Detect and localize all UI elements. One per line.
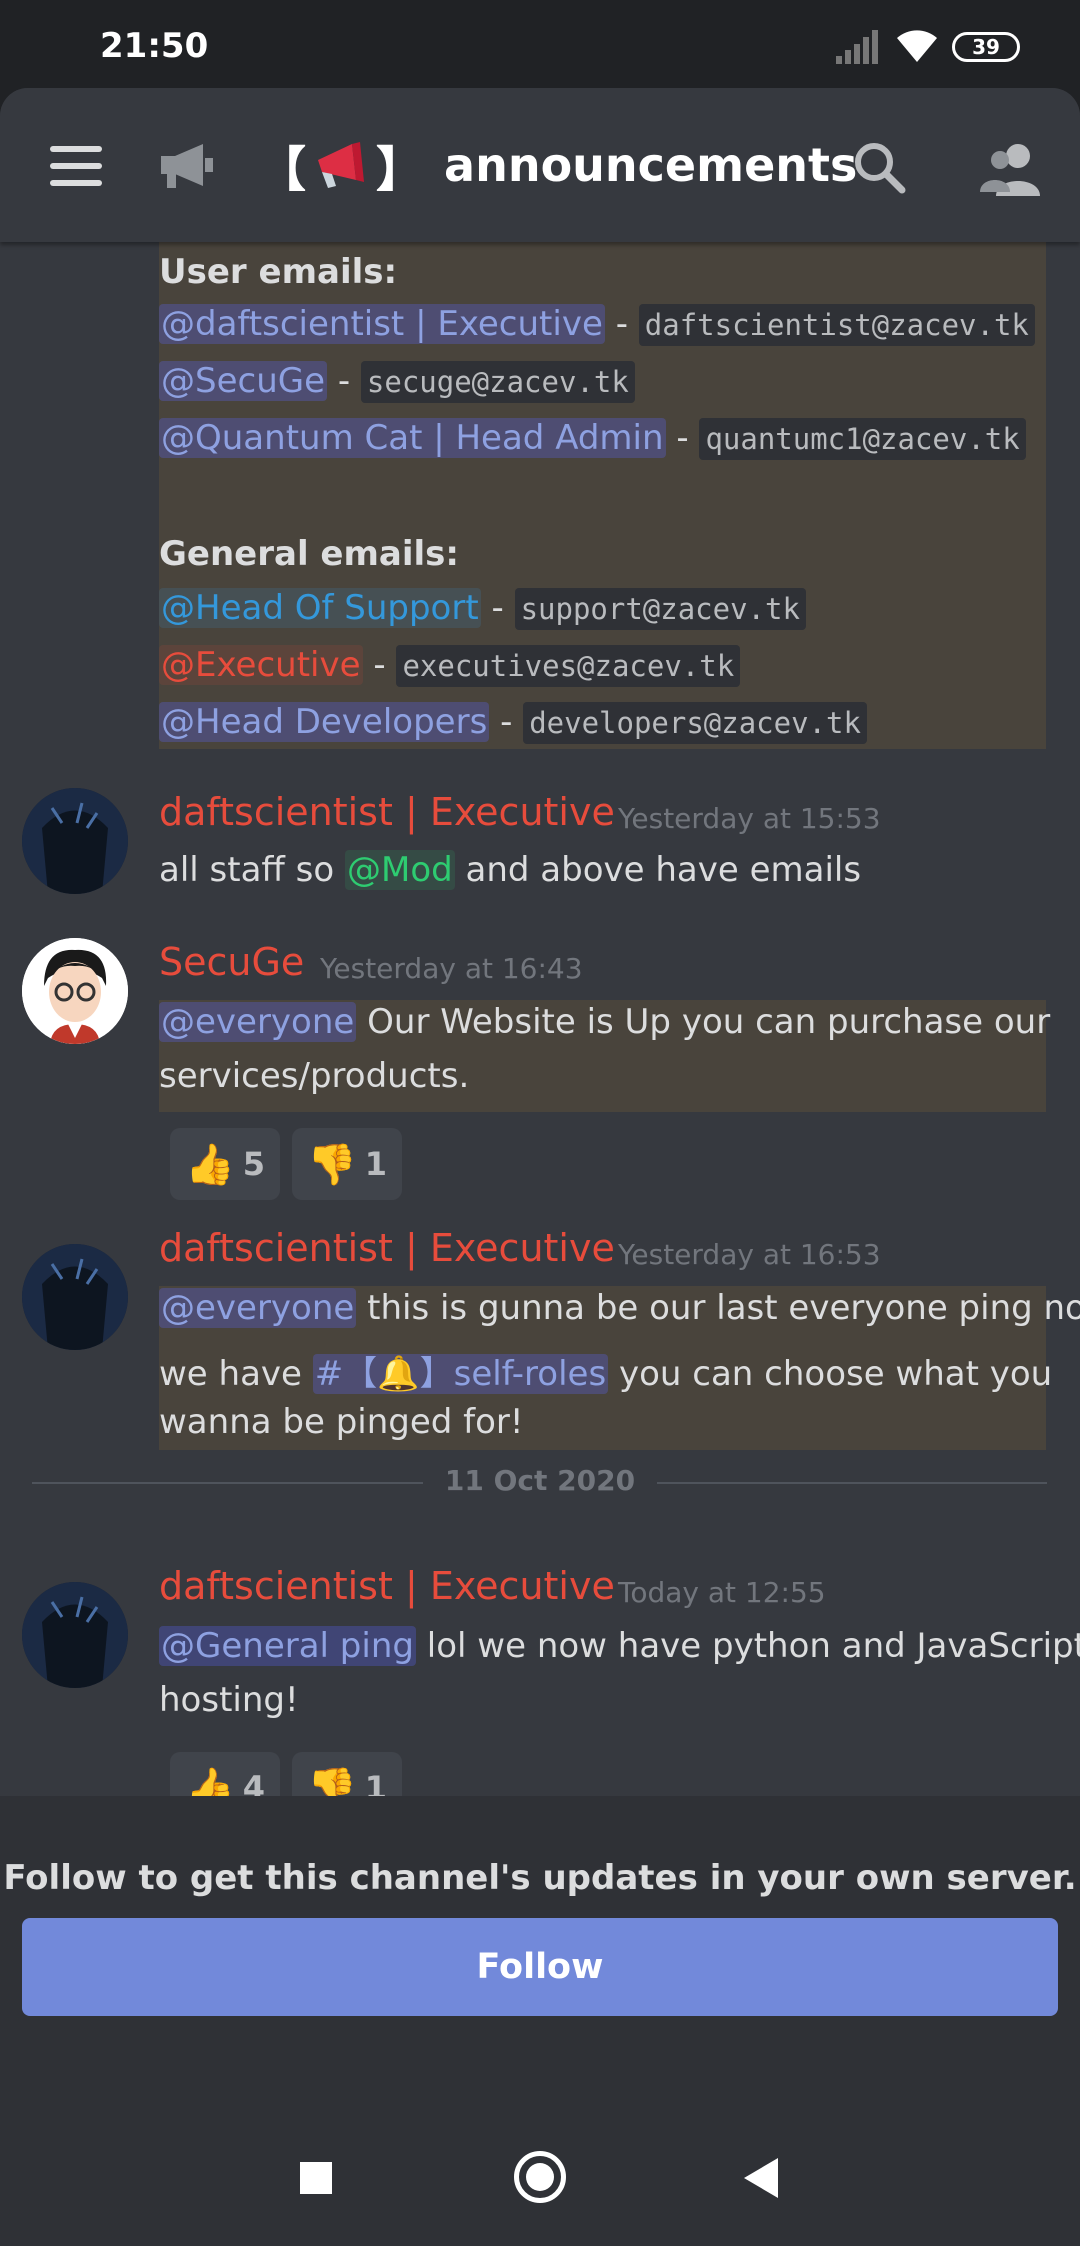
status-time: 21:50 bbox=[100, 26, 209, 66]
message-content: we have #【🔔】self-roles you can choose wh… bbox=[159, 1354, 1053, 1394]
channel-name: announcements bbox=[444, 138, 858, 192]
role-mention[interactable]: @Mod bbox=[344, 850, 455, 890]
role-mention[interactable]: @Head Of Support bbox=[159, 588, 481, 628]
bracket-close: 】 bbox=[376, 142, 425, 198]
email-row: @Head Of Support - support@zacev.tk bbox=[159, 588, 806, 630]
user-emails-heading: User emails: bbox=[159, 252, 398, 292]
message-author[interactable]: daftscientist | Executive bbox=[159, 1564, 615, 1608]
email-row: @Quantum Cat | Head Admin - quantumc1@za… bbox=[159, 418, 1026, 460]
loudspeaker-emoji-icon bbox=[318, 142, 365, 188]
message-content: wanna be pinged for! bbox=[159, 1402, 524, 1442]
avatar-image bbox=[22, 938, 128, 1044]
reaction-thumbs-down[interactable]: 👎 1 bbox=[292, 1128, 402, 1200]
home-icon[interactable] bbox=[514, 2151, 566, 2203]
role-mention[interactable]: @General ping bbox=[159, 1626, 416, 1666]
avatar[interactable] bbox=[22, 1244, 128, 1350]
hamburger-menu-icon[interactable] bbox=[50, 146, 102, 186]
email-code: secuge@zacev.tk bbox=[360, 361, 635, 403]
email-code: support@zacev.tk bbox=[514, 588, 806, 630]
message-timestamp: Today at 12:55 bbox=[618, 1576, 826, 1609]
email-row: @daftscientist | Executive - daftscienti… bbox=[159, 304, 1035, 346]
wifi-icon bbox=[897, 30, 937, 62]
email-row: @Executive - executives@zacev.tk bbox=[159, 645, 741, 687]
user-mention[interactable]: @Quantum Cat | Head Admin bbox=[159, 418, 666, 458]
reaction-thumbs-up[interactable]: 👍 5 bbox=[170, 1128, 280, 1200]
channel-title: 【 】 announcements bbox=[258, 130, 857, 200]
members-icon[interactable] bbox=[980, 140, 1042, 196]
email-code: quantumc1@zacev.tk bbox=[699, 418, 1026, 460]
message-content: @everyone Our Website is Up you can purc… bbox=[159, 1002, 1051, 1042]
message-list[interactable]: User emails: @daftscientist | Executive … bbox=[0, 242, 1080, 1884]
message-timestamp: Yesterday at 16:53 bbox=[618, 1238, 881, 1271]
avatar-image bbox=[22, 788, 128, 894]
email-code: executives@zacev.tk bbox=[396, 645, 741, 687]
message-author[interactable]: daftscientist | Executive bbox=[159, 790, 615, 834]
email-row: @SecuGe - secuge@zacev.tk bbox=[159, 361, 635, 403]
avatar-image bbox=[22, 1244, 128, 1350]
message-timestamp: Yesterday at 16:43 bbox=[320, 952, 583, 985]
message-content: hosting! bbox=[159, 1680, 299, 1720]
message-author[interactable]: daftscientist | Executive bbox=[159, 1226, 615, 1270]
search-icon[interactable] bbox=[852, 140, 908, 196]
avatar[interactable] bbox=[22, 938, 128, 1044]
status-bar: 21:50 39 bbox=[0, 0, 1080, 90]
user-mention[interactable]: @daftscientist | Executive bbox=[159, 304, 605, 344]
message-timestamp: Yesterday at 15:53 bbox=[618, 802, 881, 835]
thumbs-down-icon: 👎 bbox=[306, 1141, 357, 1188]
general-emails-heading: General emails: bbox=[159, 534, 460, 574]
megaphone-icon bbox=[161, 144, 213, 188]
signal-icon bbox=[836, 30, 878, 64]
email-row: @Head Developers - developers@zacev.tk bbox=[159, 702, 867, 744]
message-content: all staff so @Mod and above have emails bbox=[159, 850, 862, 890]
email-code: developers@zacev.tk bbox=[523, 702, 867, 744]
role-mention[interactable]: @Executive bbox=[159, 645, 363, 685]
battery-icon: 39 bbox=[952, 32, 1020, 62]
channel-link[interactable]: #【🔔】self-roles bbox=[312, 1354, 609, 1394]
recents-icon[interactable] bbox=[300, 2162, 332, 2194]
user-mention[interactable]: @SecuGe bbox=[159, 361, 328, 401]
avatar[interactable] bbox=[22, 1582, 128, 1688]
message-content: @everyone this is gunna be our last ever… bbox=[159, 1288, 1080, 1328]
date-divider: 11 Oct 2020 bbox=[0, 1464, 1080, 1497]
message-author[interactable]: SecuGe bbox=[159, 940, 304, 984]
avatar[interactable] bbox=[22, 788, 128, 894]
email-code: daftscientist@zacev.tk bbox=[638, 304, 1035, 346]
everyone-mention[interactable]: @everyone bbox=[159, 1002, 357, 1042]
navigation-bar bbox=[0, 2106, 1080, 2246]
back-icon[interactable] bbox=[744, 2158, 778, 2198]
role-mention[interactable]: @Head Developers bbox=[159, 702, 490, 742]
message-content: services/products. bbox=[159, 1056, 470, 1096]
thumbs-up-icon: 👍 bbox=[184, 1141, 235, 1188]
message-content: @General ping lol we now have python and… bbox=[159, 1626, 1080, 1666]
follow-button[interactable]: Follow bbox=[22, 1918, 1058, 2016]
avatar-image bbox=[22, 1582, 128, 1688]
bracket-open: 【 bbox=[258, 142, 307, 198]
follow-message: Follow to get this channel's updates in … bbox=[3, 1858, 1077, 1898]
everyone-mention[interactable]: @everyone bbox=[159, 1288, 357, 1328]
channel-header: 【 】 announcements bbox=[0, 88, 1080, 242]
